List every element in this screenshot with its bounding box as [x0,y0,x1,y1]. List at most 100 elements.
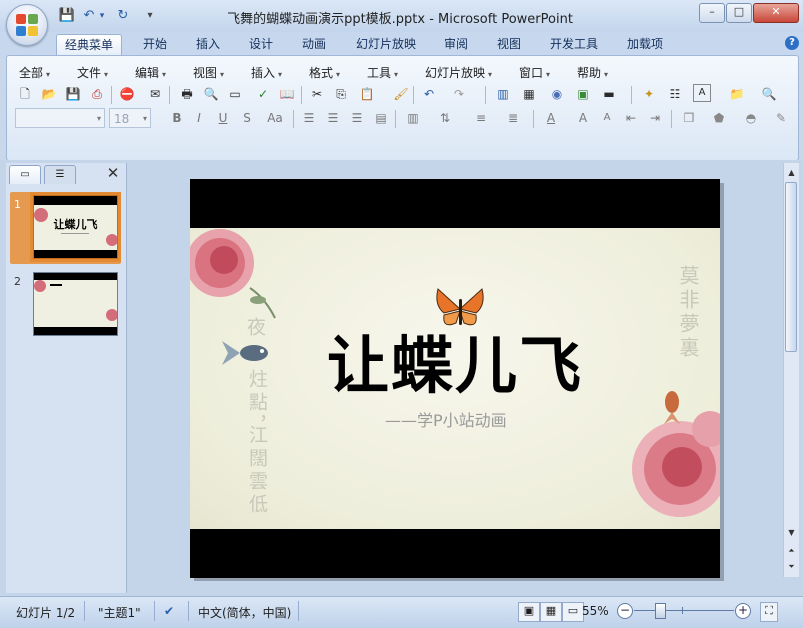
clipart-icon[interactable]: ◉ [547,84,567,104]
menu-format[interactable]: 格式 ▾ [309,64,340,81]
folder-icon[interactable]: 📁 [727,84,747,104]
tab-design[interactable]: 设计 [241,34,281,55]
close-button[interactable]: ✕ [753,3,799,23]
cut-icon[interactable]: ✂ [307,84,327,104]
shape-fill-icon[interactable]: ◓ [741,108,761,128]
decrease-indent-icon[interactable]: ⇤ [621,108,641,128]
table-icon[interactable]: ▦ [519,84,539,104]
spelling-check-icon[interactable]: ✔ [164,604,174,618]
change-case-button[interactable]: Aa [261,108,289,128]
zoom-slider-thumb[interactable] [655,603,666,619]
menu-slide-show[interactable]: 幻灯片放映 ▾ [425,64,492,81]
tab-outline-pane[interactable]: ☰ [44,165,76,184]
office-button[interactable] [6,4,48,46]
zoom-slider-track[interactable] [634,610,734,611]
text-direction-icon[interactable]: ⇅ [435,108,455,128]
print-icon[interactable]: 🖶 [177,84,197,104]
help-icon[interactable]: ? [785,36,799,50]
textbox-icon[interactable]: A [693,84,711,102]
slide-show-icon[interactable]: ▭ [562,602,584,622]
print-preview-icon[interactable]: 🔍 [201,84,221,104]
menu-tools[interactable]: 工具 ▾ [367,64,398,81]
tab-animations[interactable]: 动画 [294,34,334,55]
scroll-down-icon[interactable]: ▼ [784,525,799,540]
redo-icon[interactable]: ↻ [114,7,132,25]
align-left-icon[interactable]: ☰ [299,108,319,128]
save-icon[interactable]: 💾 [58,7,76,25]
menu-view[interactable]: 视图 ▾ [193,64,224,81]
picture-icon[interactable]: ▣ [573,84,593,104]
research-icon[interactable]: 📖 [277,84,297,104]
paste-icon[interactable]: 📋 [357,84,377,104]
menu-file[interactable]: 文件 ▾ [77,64,108,81]
arrange-icon[interactable]: ❒ [679,108,699,128]
undo-icon[interactable]: ↶ [419,84,439,104]
shadow-button[interactable]: S [237,108,257,128]
find-icon[interactable]: 🔍 [759,84,779,104]
shrink-font-icon[interactable]: A [597,108,617,128]
redo-icon[interactable]: ↷ [449,84,469,104]
tab-classic-menu[interactable]: 经典菜单 [56,34,123,56]
zoom-in-button[interactable]: + [735,603,751,619]
menu-all[interactable]: 全部 ▾ [19,64,50,81]
slide-canvas[interactable]: 夜 炷點， 江闊雲低 莫非夢裏 让蝶儿飞 ——学P小站动画 [190,179,720,578]
maximize-button[interactable]: □ [726,3,752,23]
undo-dropdown-icon[interactable]: ▾ [97,7,107,25]
copy-icon[interactable]: ⎘ [331,84,351,104]
scrollbar-thumb[interactable] [785,182,797,352]
slide-title[interactable]: 让蝶儿飞 [190,315,720,405]
align-center-icon[interactable]: ☰ [323,108,343,128]
slide-subtitle[interactable]: ——学P小站动画 [385,407,507,431]
menu-window[interactable]: 窗口 ▾ [519,64,550,81]
slide-thumbnail-1[interactable]: 让蝶儿飞 [33,195,118,259]
open-folder-icon[interactable]: 📂 [39,84,59,104]
permission-icon[interactable]: ⛔ [117,84,137,104]
increase-indent-icon[interactable]: ⇥ [645,108,665,128]
next-slide-icon[interactable]: ⏷ [784,559,799,574]
font-size-combo[interactable]: 18 ▾ [109,108,151,128]
previous-slide-icon[interactable]: ⏶ [784,543,799,558]
save-pdf-icon[interactable]: ⎙ [87,84,107,104]
fill-color-icon[interactable]: ▬ [599,84,619,104]
menu-edit[interactable]: 编辑 ▾ [135,64,166,81]
menu-help[interactable]: 帮助 ▾ [577,64,608,81]
fit-to-window-icon[interactable]: ⛶ [760,602,778,622]
shape-outline-icon[interactable]: ✎ [771,108,791,128]
chart-icon[interactable]: ▥ [493,84,513,104]
grow-font-icon[interactable]: A [573,108,593,128]
normal-view-icon[interactable]: ▣ [518,602,540,622]
new-slide-icon[interactable]: ✦ [639,84,659,104]
underline-button[interactable]: U [213,108,233,128]
justify-icon[interactable]: ▤ [371,108,391,128]
vertical-scrollbar[interactable]: ▲ ▼ ⏶ ⏷ [783,163,799,577]
slide-sorter-icon[interactable]: ▦ [540,602,562,622]
font-color-icon[interactable]: A [541,108,561,128]
language-indicator[interactable]: 中文(简体，中国) [198,604,291,621]
customize-qat-icon[interactable]: ▾ [144,7,156,25]
font-name-combo[interactable]: ▾ [15,108,105,128]
undo-icon[interactable]: ↶ [80,7,98,25]
tab-insert[interactable]: 插入 [188,34,228,55]
tab-developer[interactable]: 开发工具 [542,34,606,55]
tab-add-ins[interactable]: 加载项 [619,34,671,55]
numbering-icon[interactable]: ≡ [471,108,491,128]
email-icon[interactable]: ✉ [145,84,165,104]
save-icon[interactable]: 💾 [63,84,83,104]
italic-button[interactable]: I [189,108,209,128]
theme-name[interactable]: "主题1" [98,604,141,621]
page-setup-icon[interactable]: ▭ [225,84,245,104]
tab-slide-show[interactable]: 幻灯片放映 [348,34,424,55]
bullets-icon[interactable]: ≣ [503,108,523,128]
spelling-icon[interactable]: ✓ [253,84,273,104]
tab-view[interactable]: 视图 [489,34,529,55]
bold-button[interactable]: B [167,108,187,128]
columns-icon[interactable]: ▥ [403,108,423,128]
scroll-up-icon[interactable]: ▲ [784,165,799,180]
zoom-out-button[interactable]: − [617,603,633,619]
zoom-level[interactable]: 55% [582,604,609,618]
slide-thumbnail-2[interactable] [33,272,118,336]
align-right-icon[interactable]: ☰ [347,108,367,128]
format-painter-icon[interactable]: 🖌 [391,84,411,104]
tab-home[interactable]: 开始 [135,34,175,55]
new-doc-icon[interactable]: 🗋 [15,84,35,104]
